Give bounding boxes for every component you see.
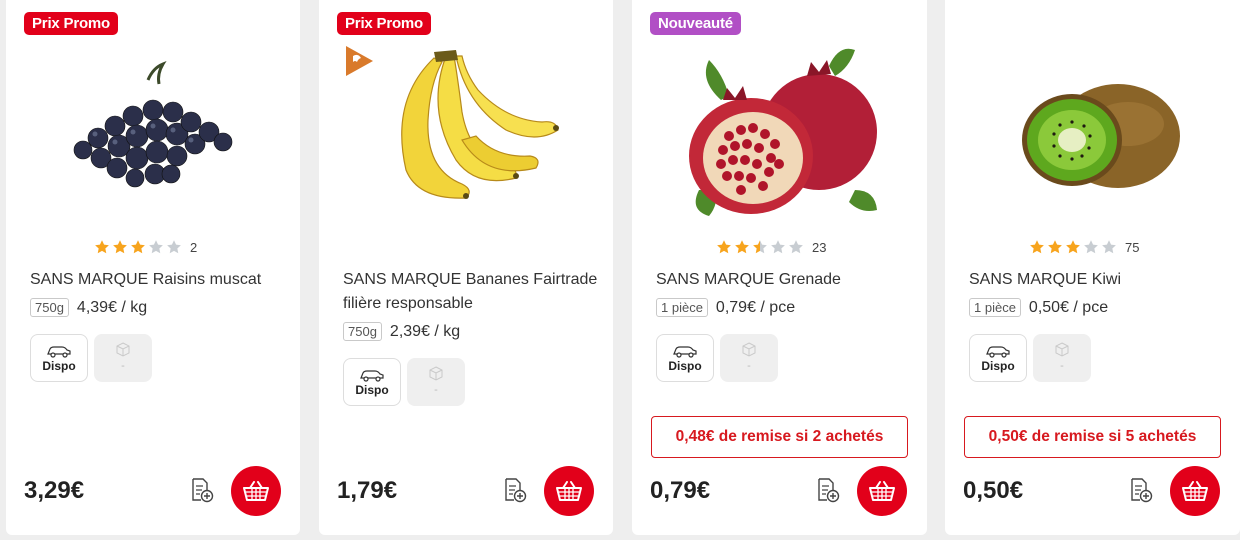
car-icon [47, 346, 71, 358]
star-icon [1047, 239, 1063, 255]
star-icon [112, 239, 128, 255]
drive-label: Dispo [668, 359, 702, 373]
star-icon [148, 239, 164, 255]
star-icon [770, 239, 786, 255]
weight-tag: 750g [30, 298, 69, 317]
product-title[interactable]: SANS MARQUE Raisins muscat [30, 268, 286, 292]
product-title[interactable]: SANS MARQUE Grenade [656, 268, 913, 292]
review-count: 23 [812, 239, 827, 255]
add-to-cart-button[interactable] [1170, 466, 1220, 516]
price: 3,29€ [24, 477, 85, 504]
unit-price: 4,39€ / kg [76, 298, 148, 316]
grapes-image[interactable] [53, 40, 253, 220]
star-icon [166, 239, 182, 255]
product-title[interactable]: SANS MARQUE Bananes Fairtrade filière re… [343, 268, 599, 316]
star-icon [130, 239, 146, 255]
star-icon [716, 239, 732, 255]
box-icon [1055, 342, 1069, 357]
add-to-cart-button[interactable] [857, 466, 907, 516]
star-icon [1029, 239, 1045, 255]
delivery-label: - [1060, 360, 1064, 372]
drive-label: Dispo [981, 359, 1015, 373]
unit-price: 0,79€ / pce [715, 298, 796, 316]
box-icon [742, 342, 756, 357]
add-to-list-icon[interactable] [814, 476, 842, 504]
car-icon [986, 346, 1010, 358]
star-icon [1083, 239, 1099, 255]
bananas-image[interactable] [366, 40, 566, 220]
rating: 2 [94, 239, 197, 255]
unit-price: 2,39€ / kg [389, 322, 461, 340]
review-count: 75 [1125, 239, 1140, 255]
unit-price: 0,50€ / pce [1028, 298, 1109, 316]
price: 1,79€ [337, 477, 398, 504]
review-count: 2 [190, 239, 198, 255]
product-card[interactable]: Prix Promo SANS MARQUE Bananes Fairtrade… [319, 0, 613, 535]
delivery-label: - [434, 384, 438, 396]
basket-icon [1182, 481, 1208, 501]
weight-tag: 1 pièce [656, 298, 708, 317]
basket-icon [556, 481, 582, 501]
product-meta: 750g 4,39€ / kg [30, 298, 147, 317]
weight-tag: 1 pièce [969, 298, 1021, 317]
pomegranate-image[interactable] [679, 40, 879, 220]
kiwi-image[interactable] [992, 40, 1192, 220]
availability: Dispo - [30, 334, 152, 382]
new-badge: Nouveauté [650, 12, 741, 35]
availability: Dispo - [656, 334, 778, 382]
promo-badge: Prix Promo [24, 12, 119, 35]
product-meta: 750g 2,39€ / kg [343, 322, 460, 341]
rating: 75 [1029, 239, 1139, 255]
price: 0,50€ [963, 477, 1024, 504]
car-icon [673, 346, 697, 358]
box-icon [429, 366, 443, 381]
drive-availability[interactable]: Dispo [30, 334, 88, 382]
add-to-list-icon[interactable] [188, 476, 216, 504]
product-meta: 1 pièce 0,79€ / pce [656, 298, 795, 317]
drive-availability[interactable]: Dispo [656, 334, 714, 382]
drive-availability[interactable]: Dispo [343, 358, 401, 406]
basket-icon [243, 481, 269, 501]
add-to-cart-button[interactable] [231, 466, 281, 516]
price: 0,79€ [650, 477, 711, 504]
product-meta: 1 pièce 0,50€ / pce [969, 298, 1108, 317]
star-icon [1065, 239, 1081, 255]
car-icon [360, 370, 384, 382]
add-to-list-icon[interactable] [501, 476, 529, 504]
basket-icon [869, 481, 895, 501]
promo-badge: Prix Promo [337, 12, 432, 35]
drive-label: Dispo [355, 383, 389, 397]
star-icon [1101, 239, 1117, 255]
rating: 23 [716, 239, 826, 255]
star-half-icon [752, 239, 768, 255]
discount-offer[interactable]: 0,48€ de remise si 2 achetés [651, 416, 908, 458]
product-card[interactable]: Prix Promo 2 SANS MARQUE Raisins muscat … [6, 0, 300, 535]
star-icon [734, 239, 750, 255]
product-title[interactable]: SANS MARQUE Kiwi [969, 268, 1226, 292]
delivery-label: - [747, 360, 751, 372]
delivery-availability: - [94, 334, 152, 382]
star-icon [94, 239, 110, 255]
delivery-label: - [121, 360, 125, 372]
delivery-availability: - [1033, 334, 1091, 382]
add-to-list-icon[interactable] [1127, 476, 1155, 504]
availability: Dispo - [343, 358, 465, 406]
availability: Dispo - [969, 334, 1091, 382]
weight-tag: 750g [343, 322, 382, 341]
star-icon [788, 239, 804, 255]
product-card[interactable]: 75 SANS MARQUE Kiwi 1 pièce 0,50€ / pce … [945, 0, 1240, 535]
delivery-availability: - [407, 358, 465, 406]
discount-offer[interactable]: 0,50€ de remise si 5 achetés [964, 416, 1221, 458]
delivery-availability: - [720, 334, 778, 382]
box-icon [116, 342, 130, 357]
drive-label: Dispo [42, 359, 76, 373]
drive-availability[interactable]: Dispo [969, 334, 1027, 382]
add-to-cart-button[interactable] [544, 466, 594, 516]
product-card[interactable]: Nouveauté 23 SANS MARQUE Grenade 1 pièce… [632, 0, 927, 535]
